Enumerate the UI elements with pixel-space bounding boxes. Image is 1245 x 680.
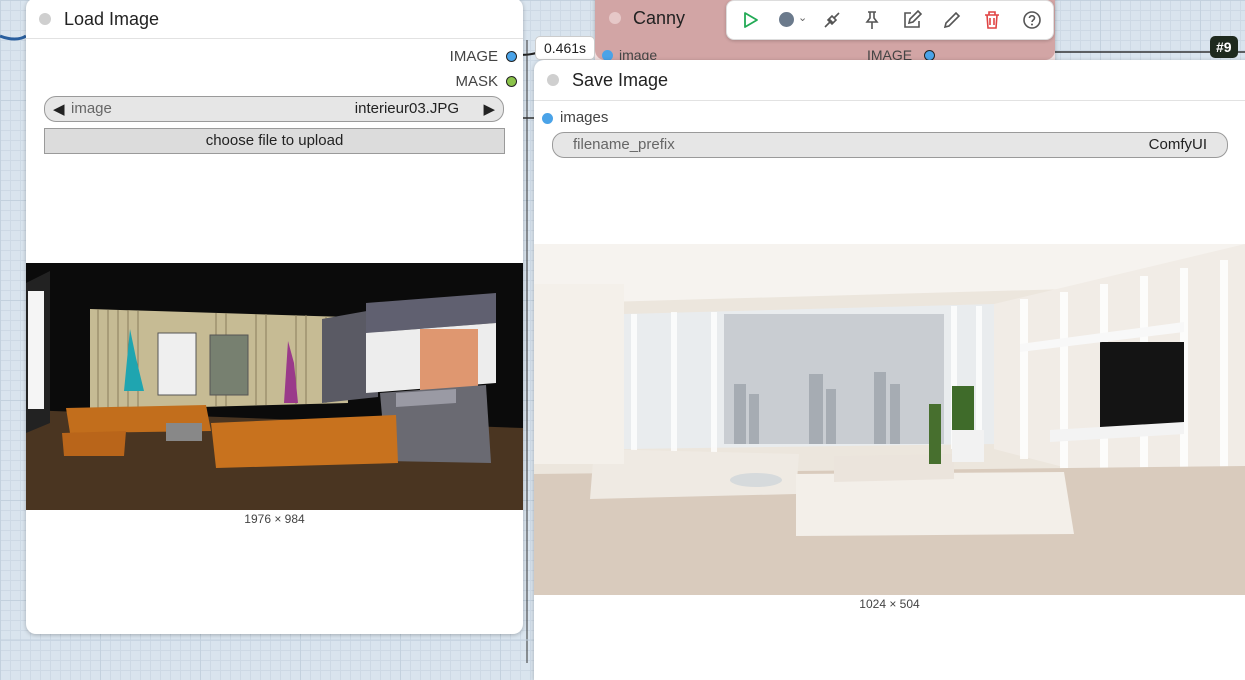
load-image-preview [26, 263, 523, 510]
edit-icon[interactable] [901, 9, 923, 31]
color-picker-icon[interactable]: ⌄ [777, 9, 811, 31]
image-selector-value: interieur03.JPG [354, 100, 459, 117]
load-image-title: Load Image [64, 9, 160, 29]
save-image-size: 1024 × 504 [859, 597, 920, 611]
node-id-badge: #9 [1210, 36, 1238, 58]
filename-prefix-field[interactable]: filename_prefix ComfyUI [552, 132, 1228, 158]
image-selector-label: image [71, 100, 112, 117]
load-image-node[interactable]: Load Image IMAGE MASK ◀ image interieur0… [26, 0, 523, 634]
next-image-icon[interactable]: ▶ [483, 100, 495, 118]
save-image-preview [534, 244, 1245, 595]
bypass-icon[interactable] [821, 9, 843, 31]
save-image-collapse-dot[interactable] [547, 74, 559, 86]
prev-image-icon[interactable]: ◀ [53, 100, 65, 118]
image-output-slot[interactable] [506, 51, 517, 62]
run-icon[interactable] [739, 9, 761, 31]
canny-title: Canny [633, 8, 686, 28]
images-input-slot[interactable] [542, 113, 553, 124]
save-image-title: Save Image [572, 70, 669, 90]
load-image-size: 1976 × 984 [244, 512, 305, 526]
pencil-icon[interactable] [941, 9, 963, 31]
images-input-label: images [560, 109, 609, 126]
help-icon[interactable] [1021, 9, 1043, 31]
node-toolbar: ⌄ [726, 0, 1054, 40]
delete-icon[interactable] [981, 9, 1003, 31]
mask-output-slot[interactable] [506, 76, 517, 87]
image-output-label: IMAGE [449, 48, 498, 65]
canny-collapse-dot[interactable] [609, 12, 621, 24]
pin-icon[interactable] [861, 9, 883, 31]
load-image-collapse-dot[interactable] [39, 13, 51, 25]
choose-file-button[interactable]: choose file to upload [44, 128, 505, 154]
filename-prefix-value: ComfyUI [1148, 136, 1207, 153]
execution-time-badge: 0.461s [535, 36, 596, 60]
save-image-node[interactable]: Save Image images filename_prefix ComfyU… [534, 60, 1245, 680]
image-selector[interactable]: ◀ image interieur03.JPG ▶ [44, 96, 504, 122]
mask-output-label: MASK [455, 73, 498, 90]
filename-prefix-label: filename_prefix [573, 136, 675, 153]
